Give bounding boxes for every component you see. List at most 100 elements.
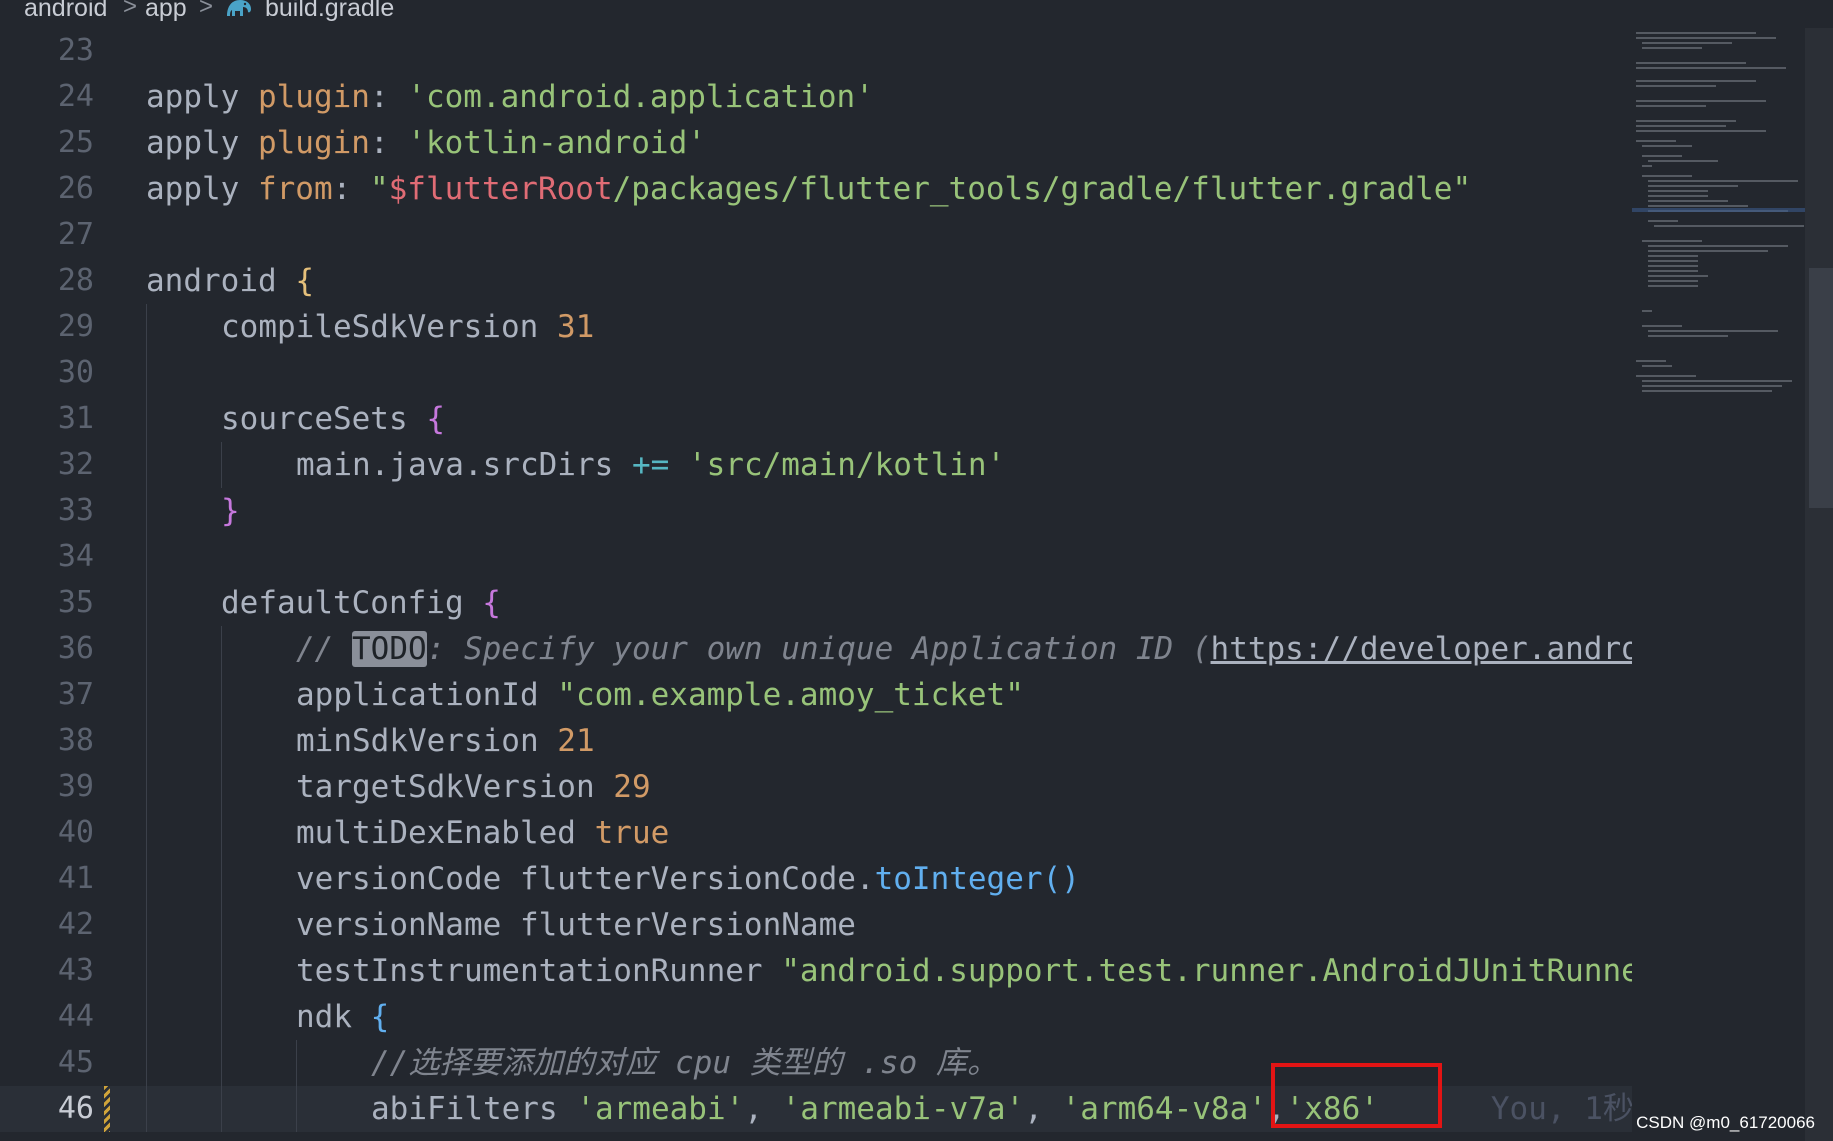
code-line[interactable]: 40 multiDexEnabled true xyxy=(0,810,1632,856)
code-line[interactable]: 26 apply from: "$flutterRoot/packages/flu… xyxy=(0,166,1632,212)
code-token: 29 xyxy=(613,769,651,805)
code-token: versionCode flutterVersionCode. xyxy=(296,861,875,897)
code-text: multiDexEnabled true xyxy=(296,810,669,856)
breadcrumb: android > app > build.gradle xyxy=(0,0,1833,28)
line-number: 43 xyxy=(57,953,94,988)
line-number: 39 xyxy=(57,769,94,804)
code-token: } xyxy=(221,493,240,529)
code-token: //选择要添加的对应 cpu 类型的 .so 库。 xyxy=(371,1045,998,1081)
line-number: 37 xyxy=(57,677,94,712)
code-text: abiFilters 'armeabi', 'armeabi-v7a', 'ar… xyxy=(371,1086,1632,1132)
code-text: versionCode flutterVersionCode.toInteger… xyxy=(296,856,1080,902)
line-number: 32 xyxy=(57,447,94,482)
code-line[interactable]: 24 apply plugin: 'com.android.application… xyxy=(0,74,1632,120)
indent-guide xyxy=(146,304,147,1132)
code-token: abiFilters xyxy=(371,1091,577,1127)
code-token: 'com.android.application' xyxy=(407,79,874,115)
code-text: targetSdkVersion 29 xyxy=(296,764,651,810)
breadcrumb-item-android[interactable]: android xyxy=(24,0,107,23)
modified-line-marker xyxy=(104,1086,110,1132)
line-number: 33 xyxy=(57,493,94,528)
code-line[interactable]: 33} xyxy=(0,488,1632,534)
code-line[interactable]: 34 xyxy=(0,534,1632,580)
code-token: applicationId xyxy=(296,677,558,713)
code-token: : xyxy=(332,171,370,207)
code-line[interactable]: 42 versionName flutterVersionName xyxy=(0,902,1632,948)
code-token: 21 xyxy=(557,723,595,759)
code-token: 'armeabi-v7a' xyxy=(781,1091,1025,1127)
code-token: : xyxy=(369,79,408,115)
line-number: 36 xyxy=(57,631,94,666)
watermark: CSDN @m0_61720066 xyxy=(1636,1113,1815,1132)
code-token: 31 xyxy=(556,309,595,345)
code-token: from xyxy=(257,171,333,207)
line-number: 25 xyxy=(57,125,94,160)
code-line[interactable]: 27 xyxy=(0,212,1632,258)
code-line[interactable]: 25 apply plugin: 'kotlin-android' xyxy=(0,120,1632,166)
code-text: main.java.srcDirs += 'src/main/kotlin' xyxy=(296,442,1005,488)
code-token: https://developer.andro xyxy=(1210,631,1632,667)
code-line[interactable]: 37 applicationId "com.example.amoy_ticket… xyxy=(0,672,1632,718)
code-text: sourceSets { xyxy=(221,396,445,442)
code-text: testInstrumentationRunner "android.suppo… xyxy=(296,948,1632,994)
code-line[interactable]: 43 testInstrumentationRunner "android.sup… xyxy=(0,948,1632,994)
code-token: : Specify your own unique Application ID… xyxy=(426,631,1211,667)
code-line[interactable]: 31 sourceSets { xyxy=(0,396,1632,442)
code-token: main.java.srcDirs xyxy=(296,447,632,483)
code-token: defaultConfig xyxy=(221,585,483,621)
code-token: += xyxy=(631,447,670,483)
code-token: apply xyxy=(146,171,258,207)
line-number: 34 xyxy=(57,539,94,574)
code-line[interactable]: 35 defaultConfig { xyxy=(0,580,1632,626)
code-token: () xyxy=(1042,861,1080,897)
code-token: You, 1秒 xyxy=(1490,1091,1632,1127)
breadcrumb-item-app[interactable]: app xyxy=(145,0,187,23)
code-line[interactable]: 30 xyxy=(0,350,1632,396)
code-editor[interactable]: 23 24 apply plugin: 'com.android.applicati… xyxy=(0,28,1632,1141)
code-token: 'armeabi' xyxy=(576,1091,745,1127)
line-number: 24 xyxy=(57,79,94,114)
code-text: applicationId "com.example.amoy_ticket" xyxy=(296,672,1024,718)
code-token: multiDexEnabled xyxy=(296,815,595,851)
code-token: { xyxy=(370,999,390,1035)
annotation-highlight-box xyxy=(1271,1063,1442,1128)
code-token: : xyxy=(369,125,408,161)
line-number: 29 xyxy=(57,309,94,344)
line-number: 38 xyxy=(57,723,94,758)
gradle-elephant-icon xyxy=(227,0,251,16)
code-line[interactable]: 23 xyxy=(0,28,1632,74)
line-number: 30 xyxy=(57,355,94,390)
code-line[interactable]: 28 android { xyxy=(0,258,1632,304)
breadcrumb-item-build-gradle[interactable]: build.gradle xyxy=(265,0,394,23)
code-text: apply plugin: 'com.android.application' xyxy=(146,74,874,120)
indent-guide xyxy=(221,442,222,488)
code-token: { xyxy=(295,263,314,299)
line-number: 42 xyxy=(57,907,94,942)
code-text: versionName flutterVersionName xyxy=(296,902,856,948)
code-line[interactable]: 36 // TODO: Specify your own unique Appli… xyxy=(0,626,1632,672)
indent-guide xyxy=(221,626,222,1132)
code-line[interactable]: 29 compileSdkVersion 31 xyxy=(0,304,1632,350)
code-token: plugin xyxy=(257,125,370,161)
code-text: android { xyxy=(146,258,314,304)
code-line[interactable]: 32 main.java.srcDirs += 'src/main/kotlin' xyxy=(0,442,1632,488)
minimap[interactable] xyxy=(1632,28,1805,1141)
code-text: minSdkVersion 21 xyxy=(296,718,595,764)
code-token: $flutterRoot xyxy=(388,171,613,207)
code-token: , xyxy=(1024,1091,1062,1127)
vertical-scrollbar[interactable] xyxy=(1805,28,1833,1141)
code-text: ndk { xyxy=(296,994,389,1040)
code-line[interactable]: 39 targetSdkVersion 29 xyxy=(0,764,1632,810)
code-line[interactable]: 44 ndk { xyxy=(0,994,1632,1040)
code-token: ndk xyxy=(296,999,371,1035)
code-line[interactable]: 41 versionCode flutterVersionCode.toInteg… xyxy=(0,856,1632,902)
line-number: 27 xyxy=(57,217,94,252)
line-number: 26 xyxy=(57,171,94,206)
line-number: 41 xyxy=(57,861,94,896)
scrollbar-thumb[interactable] xyxy=(1809,268,1833,508)
code-token: // xyxy=(296,631,352,667)
line-number: 28 xyxy=(57,263,94,298)
code-line[interactable]: 38 minSdkVersion 21 xyxy=(0,718,1632,764)
code-token: toInteger xyxy=(874,861,1043,897)
